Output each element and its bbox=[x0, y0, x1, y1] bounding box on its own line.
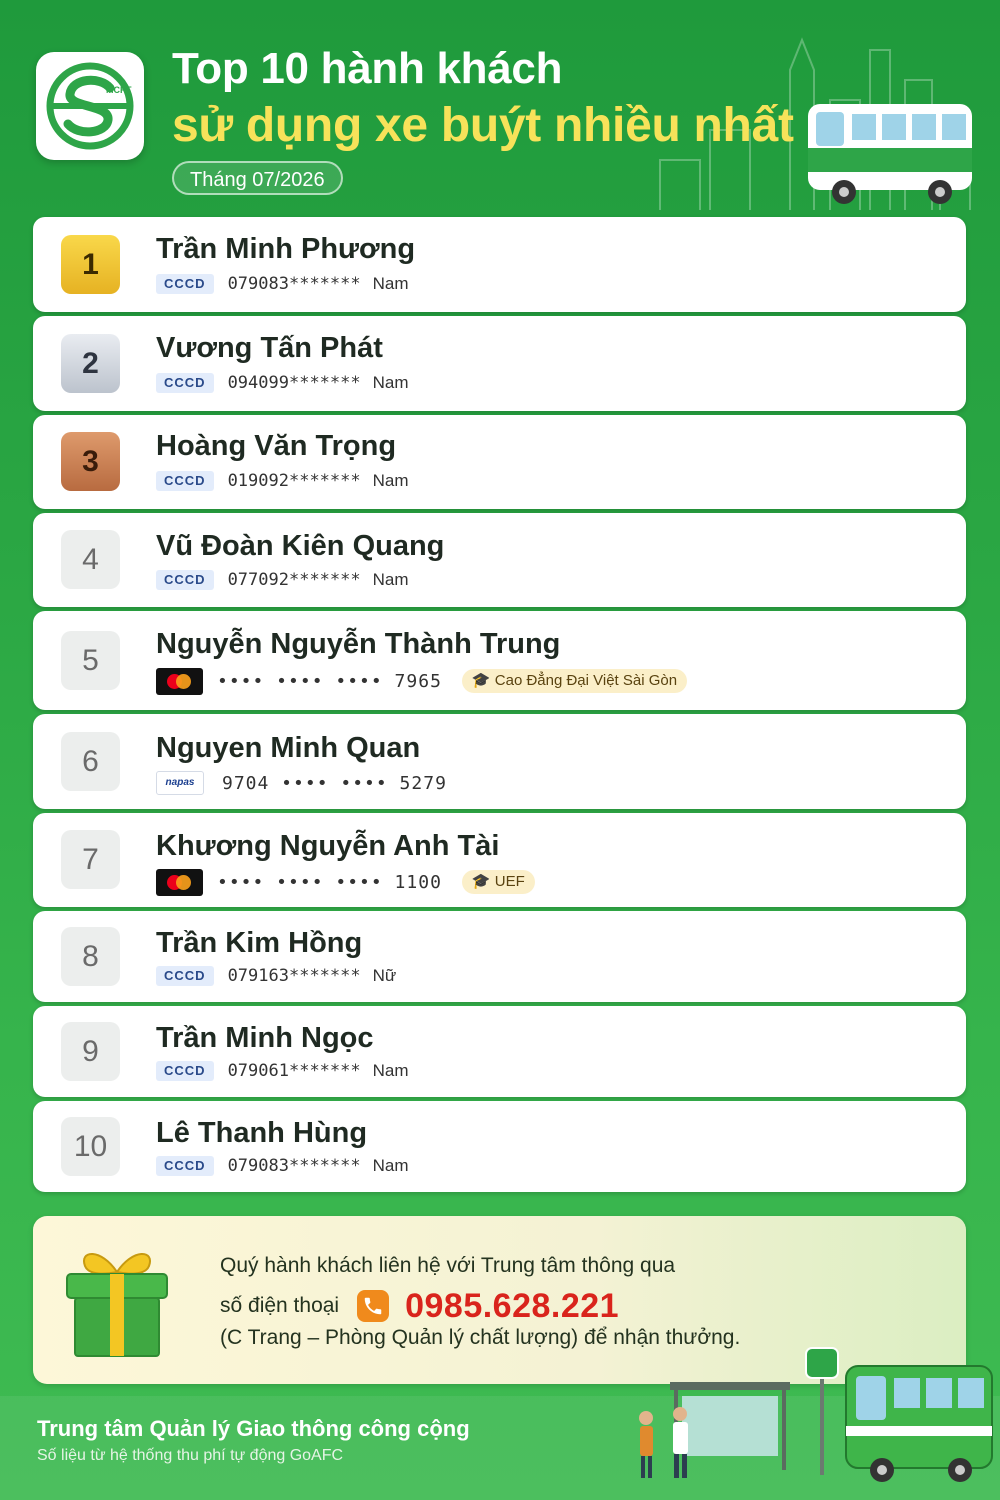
rank-badge: 4 bbox=[61, 530, 120, 589]
ranking-row-10: 10 Lê Thanh Hùng CCCD 079083******* Nam bbox=[33, 1101, 966, 1192]
graduation-cap-icon: 🎓 bbox=[471, 873, 495, 890]
school-badge: 🎓 Cao Đẳng Đại Việt Sài Gòn bbox=[461, 669, 688, 693]
passenger-name: Trần Kim Hồng bbox=[156, 927, 363, 959]
gender: Nam bbox=[372, 1156, 409, 1175]
phone-label: số điện thoại bbox=[220, 1294, 340, 1317]
passenger-name: Khương Nguyễn Anh Tài bbox=[156, 830, 500, 862]
id-number: 079061******* bbox=[227, 1061, 361, 1081]
graduation-cap-icon: 🎓 bbox=[471, 672, 495, 689]
page-subtitle: sử dụng xe buýt nhiều nhất bbox=[172, 99, 794, 152]
ranking-row-8: 8 Trần Kim Hồng CCCD 079163******* Nữ bbox=[33, 911, 966, 1002]
organization-name: Trung tâm Quản lý Giao thông công cộng bbox=[37, 1416, 470, 1441]
card-number: •••• •••• •••• 7965 bbox=[217, 670, 442, 692]
id-number: 079083******* bbox=[227, 1156, 361, 1176]
rank-badge-gold: 1 bbox=[61, 235, 120, 294]
phone-number[interactable]: 0985.628.221 bbox=[405, 1287, 619, 1326]
id-number: 079163******* bbox=[227, 966, 361, 986]
ranking-row-7: 7 Khương Nguyễn Anh Tài •••• •••• •••• 1… bbox=[33, 813, 966, 907]
passenger-name: Trần Minh Phương bbox=[156, 233, 416, 265]
id-type-badge: CCCD bbox=[156, 373, 214, 393]
rank-badge: 8 bbox=[61, 927, 120, 986]
id-type-badge: CCCD bbox=[156, 1156, 214, 1176]
bus-icon bbox=[808, 104, 972, 204]
mcpt-logo-icon: MCPT bbox=[46, 62, 134, 150]
month-badge: Tháng 07/2026 bbox=[172, 161, 343, 195]
id-type-badge: CCCD bbox=[156, 1061, 214, 1081]
gender: Nam bbox=[372, 1061, 409, 1080]
id-number: 077092******* bbox=[227, 570, 361, 590]
card-number: •••• •••• •••• 1100 bbox=[217, 871, 442, 893]
data-source: Số liệu từ hệ thống thu phí tự động GoAF… bbox=[37, 1447, 344, 1464]
ranking-row-4: 4 Vũ Đoàn Kiên Quang CCCD 077092******* … bbox=[33, 513, 966, 607]
id-type-badge: CCCD bbox=[156, 966, 214, 986]
rank-badge: 5 bbox=[61, 631, 120, 690]
mastercard-icon bbox=[156, 868, 203, 896]
ranking-row-3: 3 Hoàng Văn Trọng CCCD 019092******* Nam bbox=[33, 415, 966, 509]
card-number: 9704 •••• •••• 5279 bbox=[222, 772, 447, 794]
passenger-name: Vũ Đoàn Kiên Quang bbox=[156, 530, 445, 562]
id-number: 094099******* bbox=[227, 373, 361, 393]
napas-icon: napas bbox=[156, 771, 204, 795]
ranking-row-6: 6 Nguyen Minh Quan napas 9704 •••• •••• … bbox=[33, 714, 966, 809]
ranking-row-5: 5 Nguyễn Nguyễn Thành Trung •••• •••• ••… bbox=[33, 611, 966, 710]
phone-icon bbox=[357, 1290, 390, 1322]
passenger-name: Hoàng Văn Trọng bbox=[156, 430, 397, 462]
svg-text:MCPT: MCPT bbox=[106, 85, 132, 95]
mcpt-logo: MCPT bbox=[36, 52, 144, 160]
rank-badge-silver: 2 bbox=[61, 334, 120, 393]
gender: Nam bbox=[372, 471, 409, 490]
passenger-name: Trần Minh Ngọc bbox=[156, 1022, 374, 1054]
id-number: 019092******* bbox=[227, 471, 361, 491]
rank-badge-bronze: 3 bbox=[61, 432, 120, 491]
page-title: Top 10 hành khách bbox=[172, 44, 563, 93]
id-type-badge: CCCD bbox=[156, 471, 214, 491]
gender: Nam bbox=[372, 274, 409, 293]
gift-icon bbox=[66, 1253, 168, 1357]
id-number: 079083******* bbox=[227, 274, 361, 294]
ranking-row-2: 2 Vương Tấn Phát CCCD 094099******* Nam bbox=[33, 316, 966, 411]
rank-badge: 10 bbox=[61, 1117, 120, 1176]
id-type-badge: CCCD bbox=[156, 570, 214, 590]
gender: Nam bbox=[372, 570, 409, 589]
ranking-row-9: 9 Trần Minh Ngọc CCCD 079061******* Nam bbox=[33, 1006, 966, 1097]
mastercard-icon bbox=[156, 667, 203, 695]
bus-stop-illustration bbox=[639, 1347, 993, 1482]
school-badge: 🎓 UEF bbox=[461, 870, 535, 894]
bus-stop-icon bbox=[670, 1347, 839, 1475]
ranking-row-1: 1 Trần Minh Phương CCCD 079083******* Na… bbox=[33, 217, 966, 312]
id-type-badge: CCCD bbox=[156, 274, 214, 294]
rank-badge: 7 bbox=[61, 830, 120, 889]
passenger-name: Nguyễn Nguyễn Thành Trung bbox=[156, 628, 561, 660]
passenger-name: Nguyen Minh Quan bbox=[156, 732, 421, 764]
rank-badge: 6 bbox=[61, 732, 120, 791]
gender: Nữ bbox=[372, 966, 397, 985]
gender: Nam bbox=[372, 373, 409, 392]
contact-text: Quý hành khách liên hệ với Trung tâm thô… bbox=[220, 1254, 676, 1277]
passenger-name: Lê Thanh Hùng bbox=[156, 1117, 368, 1149]
passenger-name: Vương Tấn Phát bbox=[156, 332, 383, 364]
rank-badge: 9 bbox=[61, 1022, 120, 1081]
